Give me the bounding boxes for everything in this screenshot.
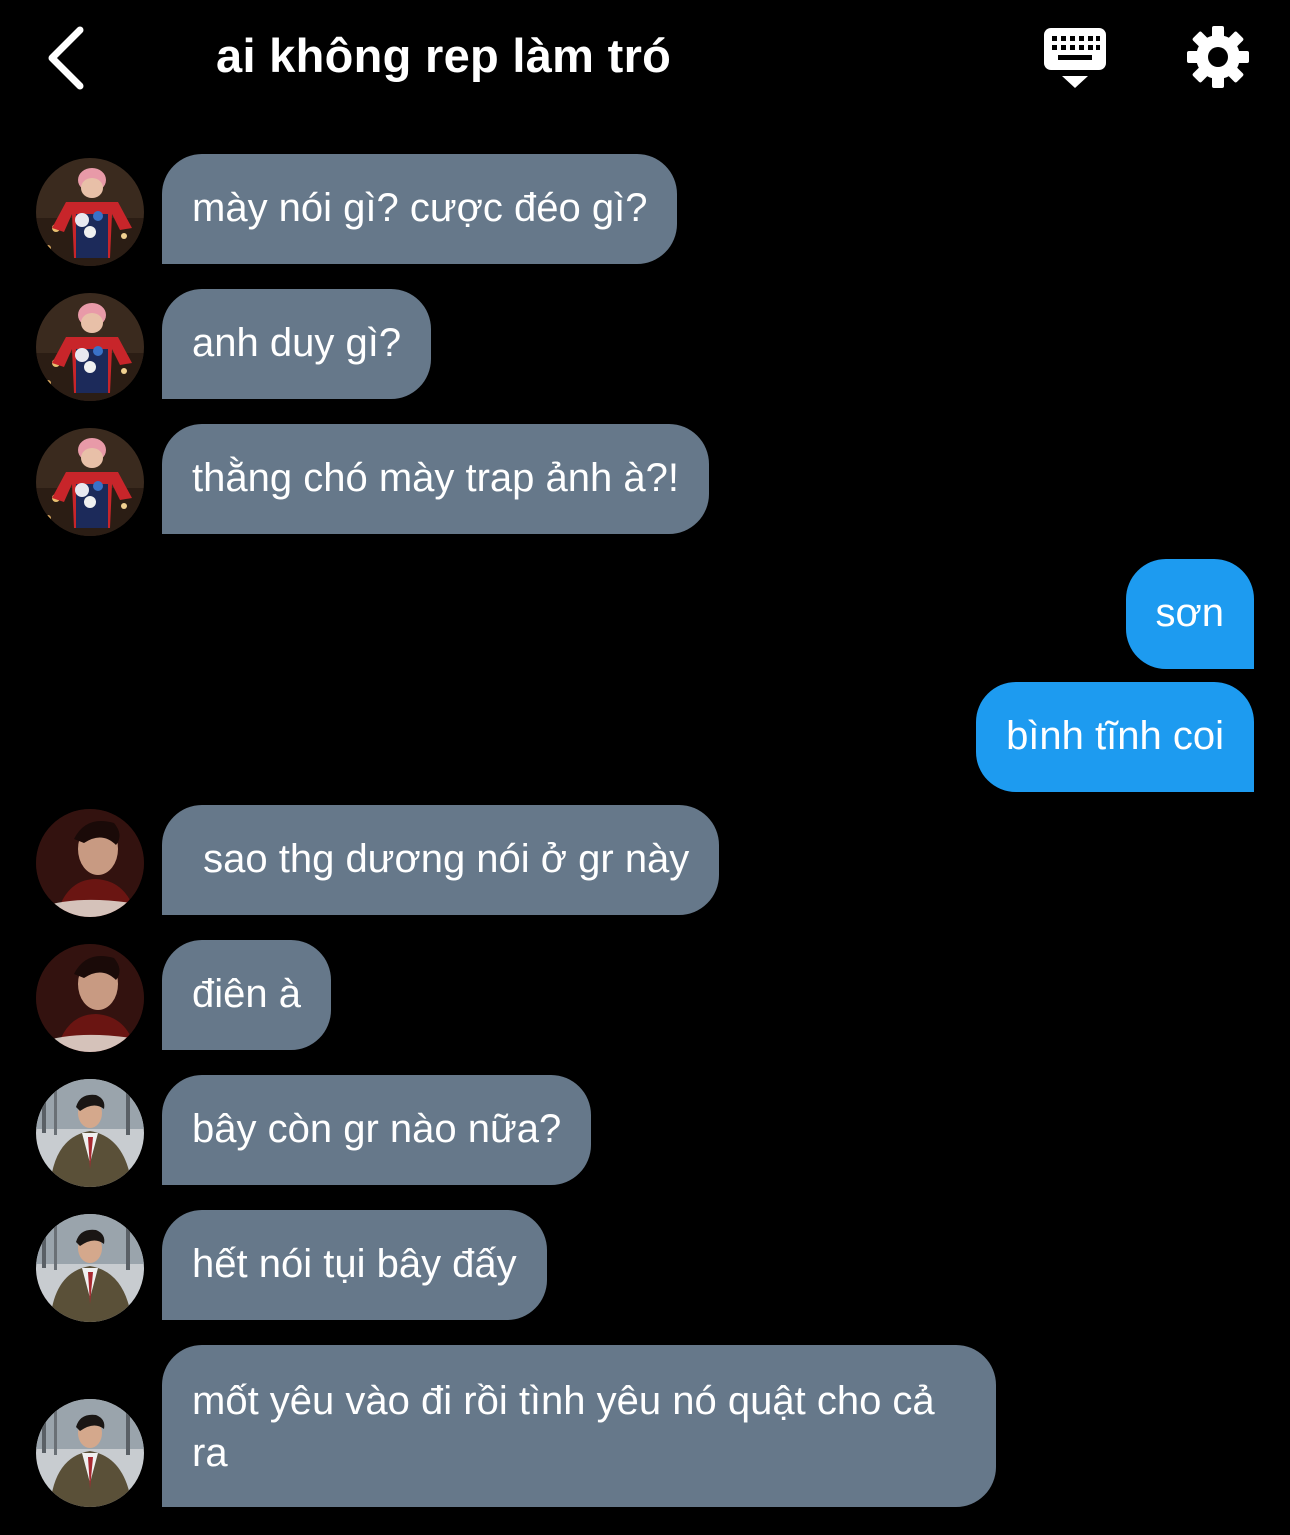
- message-bubble[interactable]: bây còn gr nào nữa?: [162, 1075, 592, 1185]
- keyboard-button[interactable]: [1040, 24, 1110, 94]
- avatar[interactable]: [36, 809, 144, 917]
- message-bubble[interactable]: mày nói gì? cược đéo gì?: [162, 154, 678, 264]
- message-row: sao thg dương nói ở gr này: [0, 805, 1290, 917]
- message-bubble[interactable]: anh duy gì?: [162, 289, 432, 399]
- message-row: hết nói tụi bây đấy: [0, 1210, 1290, 1322]
- message-row: bây còn gr nào nữa?: [0, 1075, 1290, 1187]
- conversation-title: ai không rep làm tró: [216, 29, 672, 82]
- message-row: sơn: [0, 559, 1290, 669]
- keyboard-icon: [1044, 28, 1106, 88]
- avatar[interactable]: [36, 944, 144, 1052]
- settings-button[interactable]: [1185, 24, 1251, 90]
- chevron-left-icon: [48, 26, 84, 90]
- message-row: điên à: [0, 940, 1290, 1052]
- avatar[interactable]: [36, 1214, 144, 1322]
- gear-icon: [1187, 26, 1249, 88]
- message-bubble[interactable]: hết nói tụi bây đấy: [162, 1210, 547, 1320]
- avatar[interactable]: [36, 293, 144, 401]
- chat-header: ai không rep làm tró: [0, 0, 1290, 120]
- avatar[interactable]: [36, 158, 144, 266]
- message-row: thằng chó mày trap ảnh à?!: [0, 424, 1290, 536]
- message-bubble[interactable]: điên à: [162, 940, 331, 1050]
- avatar[interactable]: [36, 1399, 144, 1507]
- message-row: mày nói gì? cược đéo gì?: [0, 154, 1290, 266]
- message-row: mốt yêu vào đi rồi tình yêu nó quật cho …: [0, 1345, 1290, 1507]
- message-bubble[interactable]: bình tĩnh coi: [976, 682, 1254, 792]
- message-row: anh duy gì?: [0, 289, 1290, 401]
- message-row: bình tĩnh coi: [0, 682, 1290, 792]
- message-bubble[interactable]: sao thg dương nói ở gr này: [162, 805, 720, 915]
- message-bubble[interactable]: thằng chó mày trap ảnh à?!: [162, 424, 709, 534]
- message-bubble[interactable]: mốt yêu vào đi rồi tình yêu nó quật cho …: [162, 1345, 996, 1507]
- avatar[interactable]: [36, 428, 144, 536]
- avatar[interactable]: [36, 1079, 144, 1187]
- message-bubble[interactable]: sơn: [1125, 559, 1254, 669]
- back-button[interactable]: [38, 22, 98, 92]
